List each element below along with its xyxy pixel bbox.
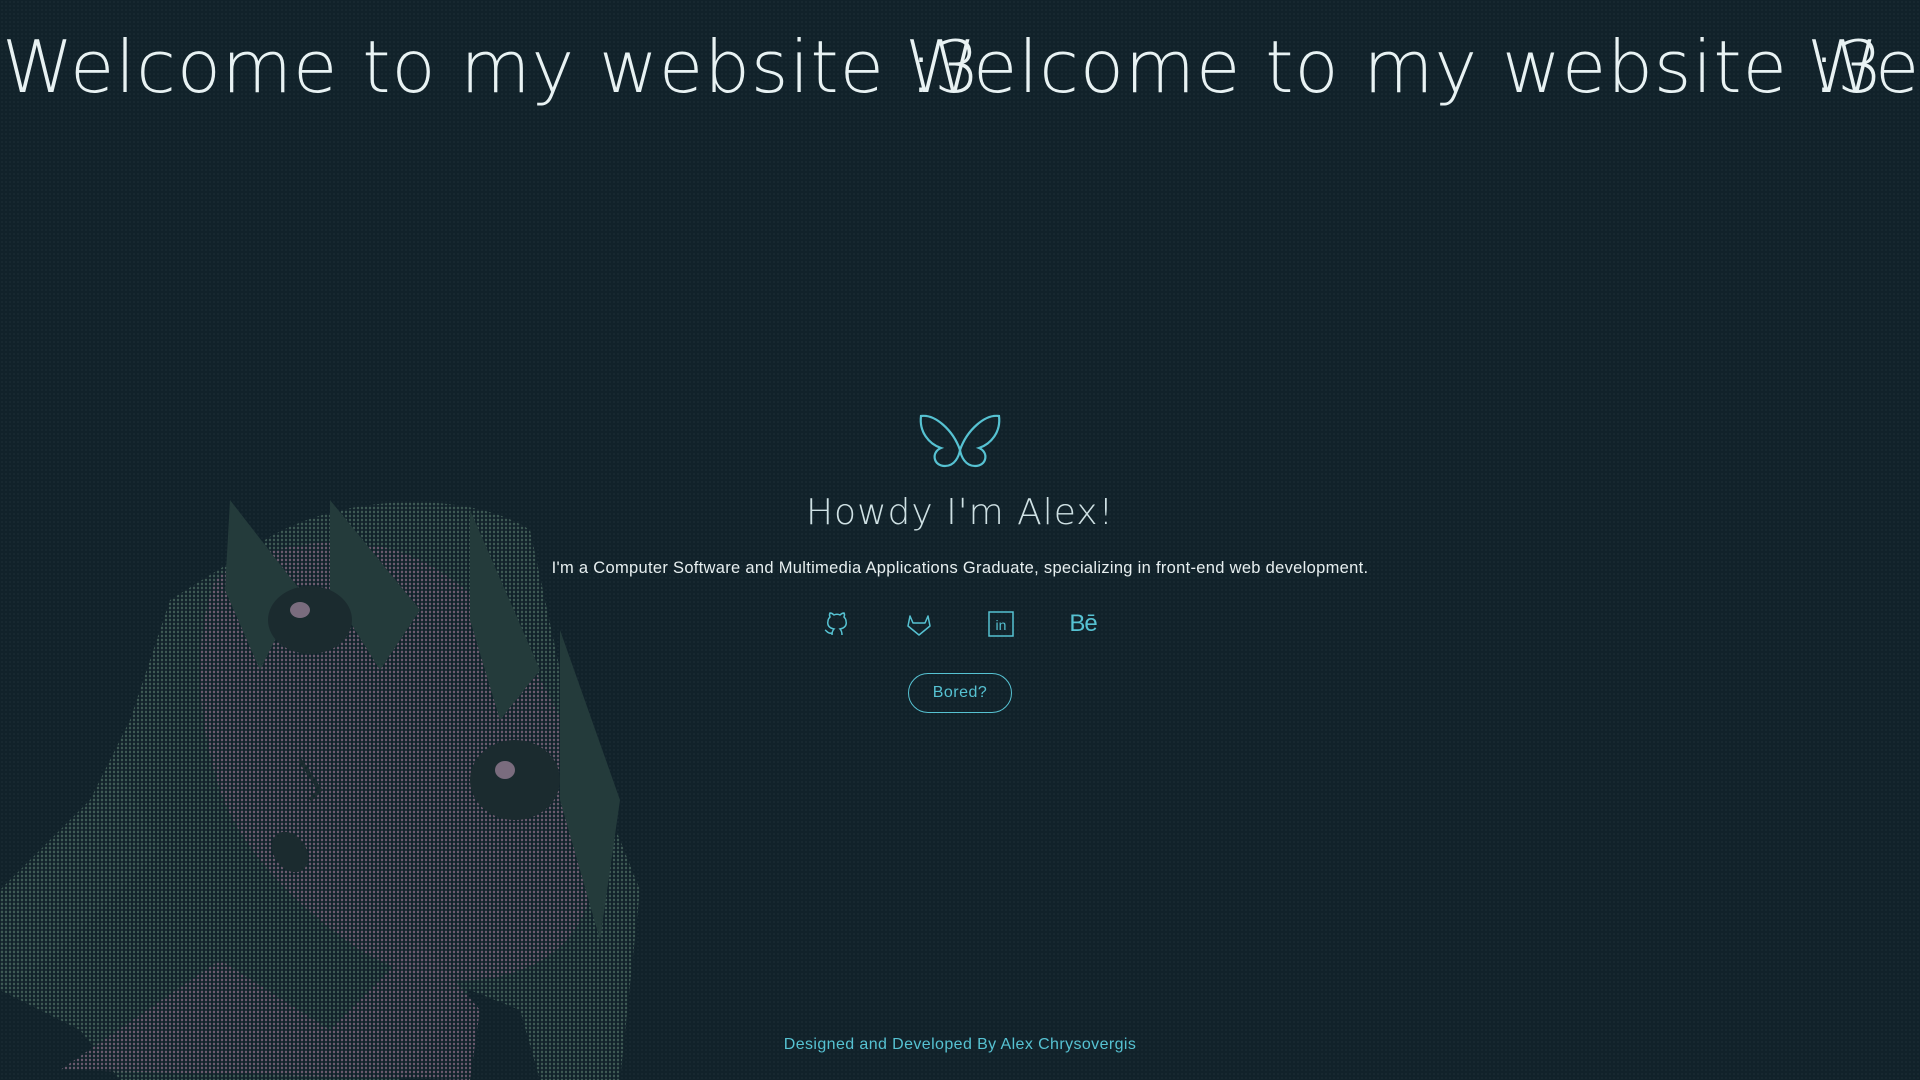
linkedin-icon: in (988, 611, 1014, 637)
linkedin-link[interactable]: in (985, 608, 1017, 640)
butterfly-icon (919, 414, 1001, 468)
bored-button[interactable]: Bored? (907, 673, 1013, 713)
footer-credit: Designed and Developed By Alex Chrysover… (783, 1036, 1137, 1053)
github-icon (824, 612, 847, 636)
behance-link[interactable]: Bē (1067, 608, 1099, 640)
welcome-marquee: Welcome to my website :3 Welcome to my w… (0, 22, 1920, 112)
social-links: in Bē (0, 608, 1920, 640)
linkedin-label: in (996, 617, 1007, 633)
intro-text: I'm a Computer Software and Multimedia A… (551, 559, 1369, 577)
marquee-text: Welcome to my website :3 (1807, 25, 1920, 109)
hero-section: Howdy I'm Alex! I'm a Computer Software … (0, 410, 1920, 713)
page: Welcome to my website :3 Welcome to my w… (0, 0, 1920, 1080)
behance-icon: Bē (1069, 610, 1097, 637)
marquee-text: Welcome to my website :3 (905, 25, 1884, 109)
page-title: Howdy I'm Alex! (805, 492, 1115, 533)
gitlab-icon (907, 615, 931, 636)
gitlab-link[interactable] (903, 608, 935, 640)
github-link[interactable] (821, 608, 853, 640)
marquee-text: Welcome to my website :3 (2, 25, 981, 109)
